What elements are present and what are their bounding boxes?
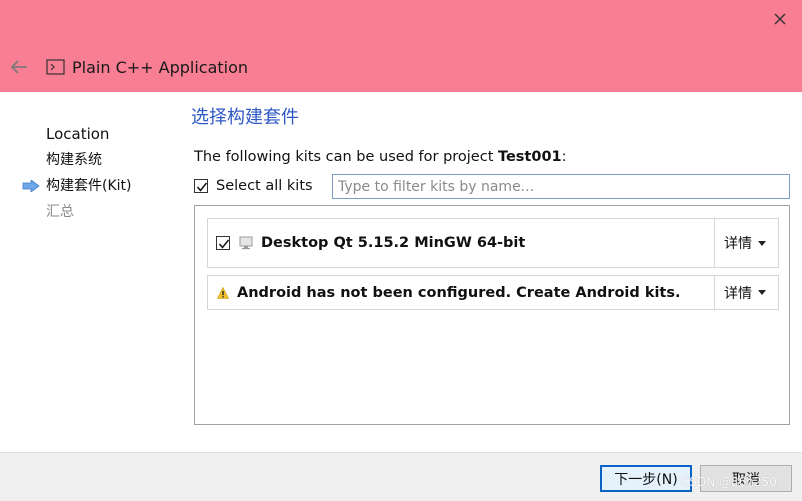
terminal-icon xyxy=(46,58,66,76)
watermark: CSDN @86h250 xyxy=(681,475,777,489)
close-button[interactable] xyxy=(764,6,796,32)
kits-list: Desktop Qt 5.15.2 MinGW 64-bit 详情 Androi… xyxy=(194,205,790,425)
step-location: Location xyxy=(46,125,110,143)
chevron-down-icon xyxy=(758,290,766,295)
step-kits: 构建套件(Kit) xyxy=(46,178,132,194)
warning-icon xyxy=(217,286,229,299)
warning-row-main: Android has not been configured. Create … xyxy=(208,276,714,309)
select-all-kits-checkbox[interactable]: Select all kits xyxy=(194,176,313,196)
kit-name: Desktop Qt 5.15.2 MinGW 64-bit xyxy=(261,235,526,251)
kit-checkbox[interactable] xyxy=(216,236,230,250)
project-name: Test001 xyxy=(498,149,562,165)
intro-text: The following kits can be used for proje… xyxy=(194,147,567,167)
details-label: 详情 xyxy=(724,236,752,252)
details-label: 详情 xyxy=(724,285,752,302)
check-icon xyxy=(196,182,208,192)
next-button[interactable]: 下一步(N) xyxy=(600,465,692,492)
kit-row: Desktop Qt 5.15.2 MinGW 64-bit 详情 xyxy=(207,218,779,268)
kit-filter-input[interactable] xyxy=(332,174,790,199)
window-title: Plain C++ Application xyxy=(72,58,249,77)
warning-details-button[interactable]: 详情 xyxy=(714,276,778,309)
check-icon xyxy=(218,239,230,249)
kit-details-button[interactable]: 详情 xyxy=(714,219,778,267)
monitor-icon xyxy=(239,236,253,250)
select-all-label: Select all kits xyxy=(216,178,313,194)
intro-prefix: The following kits can be used for proje… xyxy=(194,149,498,165)
title-bar: Plain C++ Application xyxy=(0,0,802,92)
chevron-down-icon xyxy=(758,240,766,246)
select-all-checkbox-box[interactable] xyxy=(194,179,208,193)
back-arrow-icon xyxy=(10,60,27,74)
android-warning-text[interactable]: Android has not been configured. Create … xyxy=(237,285,681,301)
android-warning-row: Android has not been configured. Create … xyxy=(207,275,779,310)
right-arrow-icon xyxy=(22,180,40,192)
step-build-system: 构建系统 xyxy=(46,152,102,168)
step-summary: 汇总 xyxy=(46,204,74,220)
kit-row-main: Desktop Qt 5.15.2 MinGW 64-bit xyxy=(208,219,714,267)
close-icon xyxy=(774,13,786,25)
intro-suffix: : xyxy=(561,149,567,165)
page-title: 选择构建套件 xyxy=(191,107,299,128)
back-button[interactable] xyxy=(8,57,30,77)
